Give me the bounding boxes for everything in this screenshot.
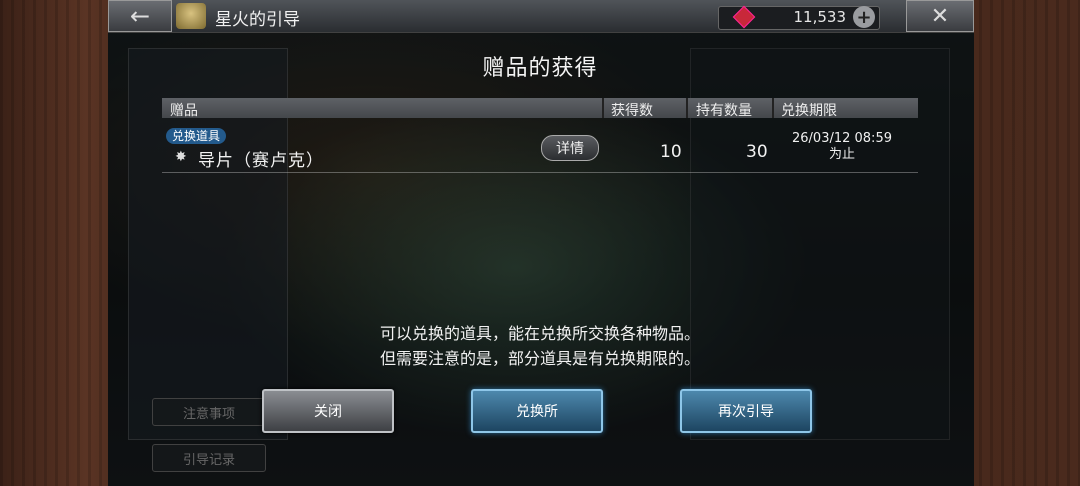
gem-count: 11,533 [793,8,847,26]
row-divider [162,172,918,173]
close-page-button[interactable]: ✕ [906,0,974,32]
detail-button[interactable]: 详情 [541,135,599,161]
note-line-2: 但需要注意的是，部分道具是有兑换期限的。 [379,349,700,368]
page-title: 星火的引导 [215,10,300,30]
column-header-gift: 赠品 [170,103,198,119]
plus-icon: + [856,6,872,28]
column-header-obtained: 获得数 [611,103,653,119]
exchange-item-badge: 兑换道具 [166,128,227,144]
column-divider [686,98,688,118]
guide-again-button[interactable]: 再次引导 [680,389,812,433]
column-divider [772,98,774,118]
sparkle-icon: ✸ [175,149,187,165]
item-name: 导片（赛卢克） [198,151,324,171]
column-divider [602,98,604,118]
add-gems-button[interactable]: + [853,6,875,28]
expiry-cell: 26/03/12 08:59 为止 [772,131,912,163]
close-button[interactable]: 关闭 [262,389,394,433]
exchange-shop-button[interactable]: 兑换所 [471,389,603,433]
modal-title: 赠品的获得 [482,56,598,81]
spark-guide-icon [176,3,206,29]
arrow-left-icon: ← [129,2,151,30]
close-icon: ✕ [930,3,950,29]
expiry-suffix: 为止 [828,147,855,162]
note-line-1: 可以兑换的道具，能在兑换所交换各种物品。 [379,324,700,343]
held-count: 30 [746,142,768,162]
expiry-date: 26/03/12 08:59 [792,131,892,146]
column-header-expiry: 兑换期限 [781,103,837,119]
column-header-held: 持有数量 [696,103,752,119]
back-button[interactable]: ← [108,0,172,32]
obtained-count: 10 [660,142,682,162]
